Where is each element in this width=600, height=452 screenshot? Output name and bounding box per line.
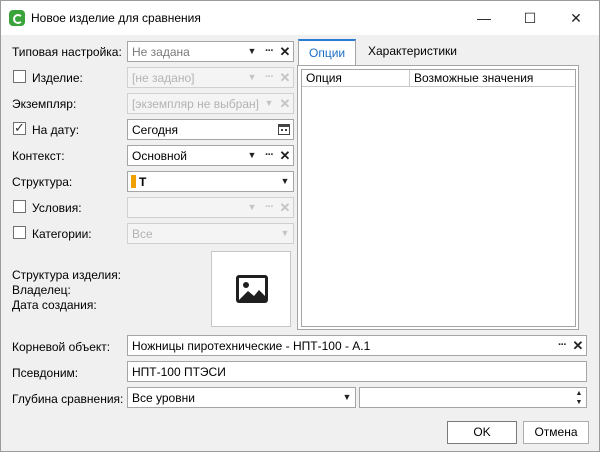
context-label: Контекст: [12, 149, 65, 163]
close-button[interactable]: ✕ [553, 1, 599, 35]
alias-label: Псевдоним: [12, 366, 79, 380]
tab-characteristics[interactable]: Характеристики [358, 39, 467, 65]
options-grid[interactable]: Опция Возможные значения [301, 69, 576, 327]
cancel-button[interactable]: Отмена [523, 421, 589, 444]
tabs-container: Опции Характеристики Опция Возможные зна… [297, 39, 579, 330]
alias-value: НПТ-100 ПТЭСИ [132, 365, 226, 379]
app-logo-icon [9, 10, 25, 26]
dropdown-icon: ▼ [264, 98, 274, 108]
dropdown-icon: ▼ [280, 228, 290, 238]
grid-header: Опция Возможные значения [302, 70, 575, 87]
spin-down-icon[interactable]: ▼ [574, 398, 584, 407]
options-panel: Опция Возможные значения [297, 65, 579, 330]
owner-label: Владелец: [12, 283, 71, 297]
conditions-label: Условия: [32, 201, 82, 215]
categories-value: Все [132, 227, 153, 241]
clear-icon[interactable]: ✕ [278, 44, 292, 59]
date-checkbox[interactable] [13, 120, 26, 136]
structure-label: Структура: [12, 175, 73, 189]
clear-icon[interactable]: ✕ [571, 338, 585, 353]
dropdown-icon: ▼ [247, 72, 257, 82]
instance-value: [экземпляр не выбран] [132, 97, 259, 111]
depth-label: Глубина сравнения: [12, 392, 124, 406]
depth-value: Все уровни [132, 391, 195, 405]
item-checkbox[interactable] [13, 70, 26, 83]
calendar-icon[interactable] [278, 123, 290, 135]
alias-field[interactable]: НПТ-100 ПТЭСИ [127, 361, 587, 382]
image-placeholder[interactable] [211, 251, 291, 327]
tab-options[interactable]: Опции [298, 39, 357, 66]
dropdown-icon[interactable]: ▼ [245, 44, 259, 59]
created-date-label: Дата создания: [12, 298, 97, 312]
item-value: [не задано] [132, 71, 195, 85]
clear-icon[interactable]: ✕ [278, 148, 292, 163]
context-field[interactable]: Основной ▼ ··· ✕ [127, 145, 294, 166]
clear-icon: ✕ [279, 200, 291, 215]
conditions-field: ▼ ··· ✕ [127, 197, 294, 218]
categories-label: Категории: [32, 227, 92, 241]
title-bar: Новое изделие для сравнения — ☐ ✕ [1, 1, 599, 35]
more-icon: ··· [265, 71, 274, 83]
instance-label: Экземпляр: [12, 97, 77, 111]
typical-setting-value: Не задана [132, 45, 190, 59]
more-icon[interactable]: ··· [555, 338, 569, 353]
clear-icon: ✕ [279, 96, 291, 111]
dropdown-icon[interactable]: ▼ [245, 148, 259, 163]
depth-number-field[interactable]: ▲ ▼ [359, 387, 587, 408]
item-label: Изделие: [32, 71, 83, 85]
structure-info-label: Структура изделия: [12, 268, 122, 282]
more-icon[interactable]: ··· [262, 44, 276, 59]
ok-button[interactable]: OK [447, 421, 517, 444]
item-field: [не задано] ▼ ··· ✕ [127, 67, 294, 88]
dropdown-icon[interactable]: ▼ [340, 390, 354, 405]
more-icon[interactable]: ··· [262, 148, 276, 163]
dropdown-icon: ▼ [247, 202, 257, 212]
root-object-label: Корневой объект: [12, 340, 111, 354]
date-field[interactable]: Сегодня [127, 119, 294, 140]
root-object-value: Ножницы пиротехнические - НПТ-100 - А.1 [132, 339, 371, 353]
minimize-button[interactable]: — [461, 1, 507, 35]
typical-setting-field[interactable]: Не задана ▼ ··· ✕ [127, 41, 294, 62]
typical-setting-label: Типовая настройка: [12, 45, 122, 59]
structure-value: T [139, 175, 147, 189]
more-icon: ··· [265, 201, 274, 213]
dropdown-icon[interactable]: ▼ [278, 174, 292, 189]
structure-color-mark [131, 175, 136, 188]
context-value: Основной [132, 149, 188, 163]
conditions-checkbox[interactable] [13, 200, 26, 213]
depth-select[interactable]: Все уровни ▼ [127, 387, 356, 408]
dialog-window: Новое изделие для сравнения — ☐ ✕ Типова… [0, 0, 600, 452]
image-icon [236, 275, 268, 303]
categories-field: Все ▼ [127, 223, 294, 244]
maximize-button[interactable]: ☐ [507, 1, 553, 35]
column-header-option[interactable]: Опция [302, 70, 410, 87]
instance-field: [экземпляр не выбран] ▼ ✕ [127, 93, 294, 114]
window-title: Новое изделие для сравнения [31, 11, 201, 25]
date-label: На дату: [32, 123, 80, 137]
date-value: Сегодня [132, 123, 178, 137]
clear-icon: ✕ [279, 70, 291, 85]
categories-checkbox[interactable] [13, 226, 26, 239]
column-header-values[interactable]: Возможные значения [410, 70, 575, 87]
root-object-field[interactable]: Ножницы пиротехнические - НПТ-100 - А.1 … [127, 335, 587, 356]
spin-up-icon[interactable]: ▲ [574, 389, 584, 398]
structure-field[interactable]: T ▼ [127, 171, 294, 192]
